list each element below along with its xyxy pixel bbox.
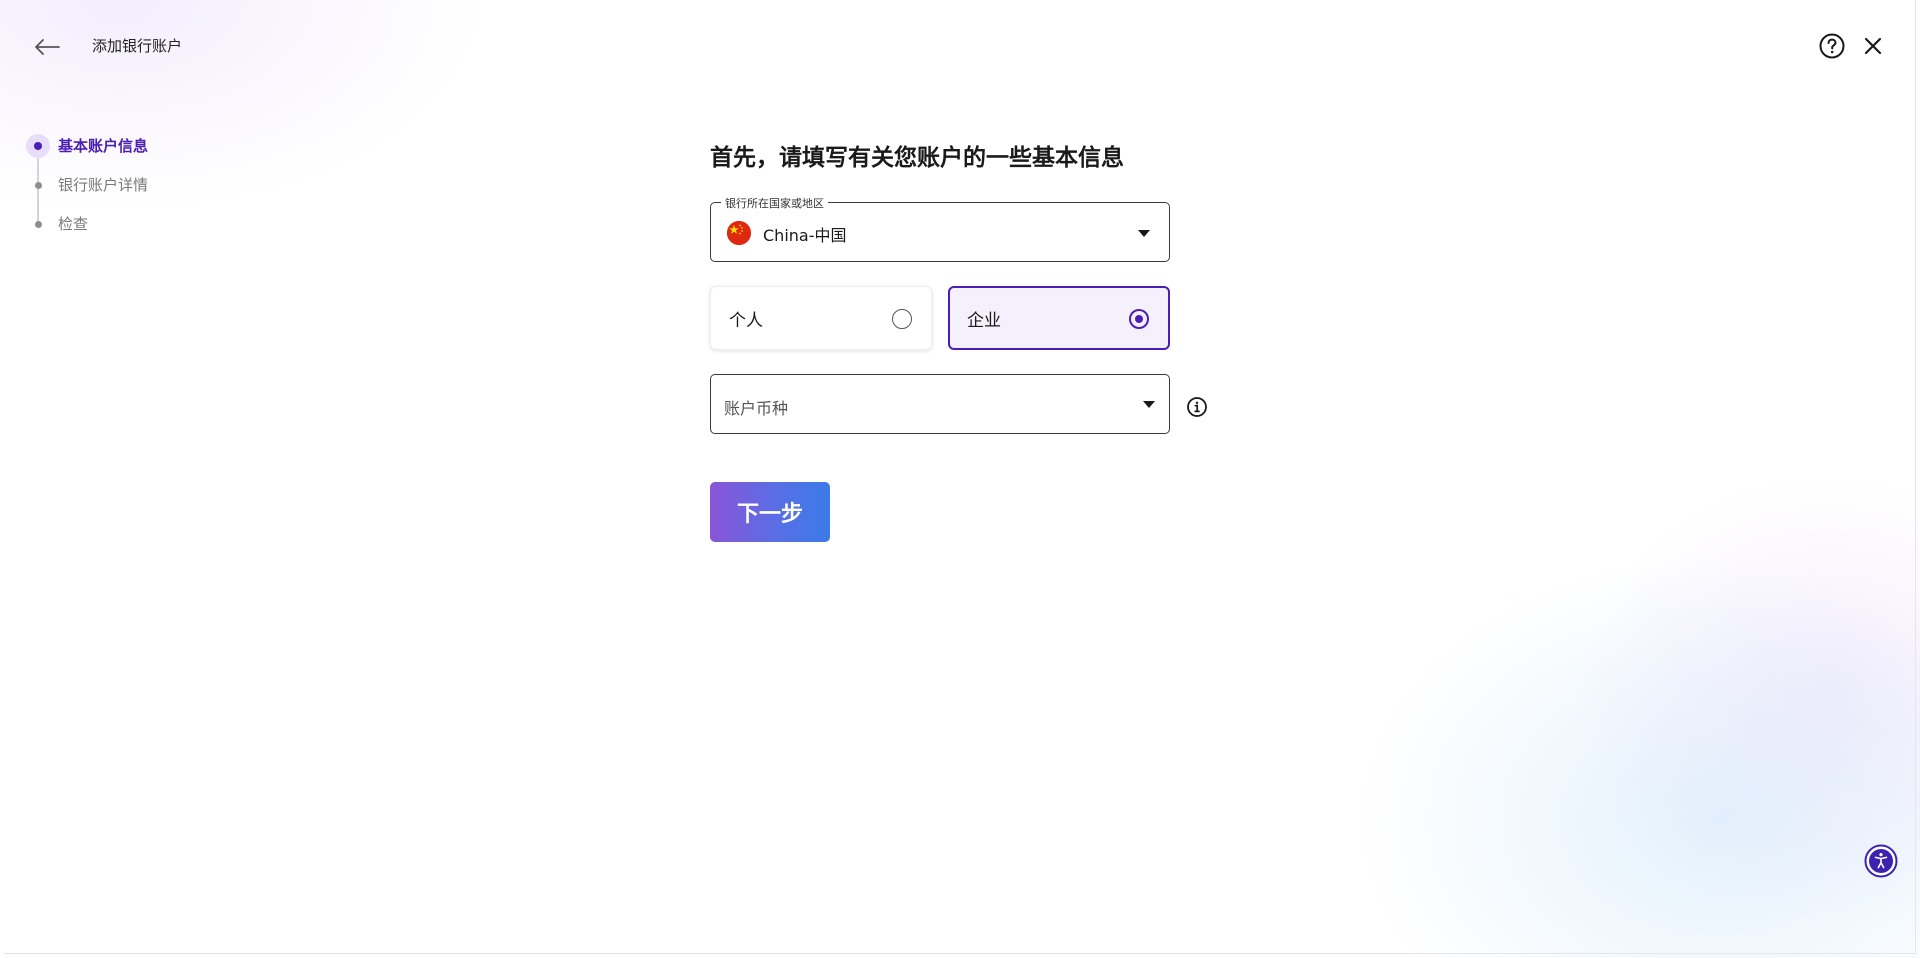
page-title: 添加银行账户 — [92, 37, 183, 55]
chevron-down-icon — [1143, 401, 1155, 408]
step-label: 银行账户详情 — [58, 176, 149, 194]
step-dot — [34, 142, 42, 150]
close-icon — [1864, 37, 1882, 55]
radio-label: 个人 — [729, 311, 763, 331]
radio-label: 企业 — [967, 311, 1001, 331]
accessibility-button[interactable] — [1864, 844, 1898, 878]
account-type-personal-option[interactable]: 个人 — [710, 286, 932, 350]
help-button[interactable] — [1818, 32, 1846, 60]
next-button[interactable]: 下一步 — [710, 482, 830, 542]
country-select-label: 银行所在国家或地区 — [721, 195, 828, 211]
step-label: 基本账户信息 — [58, 137, 149, 155]
radio-button[interactable] — [892, 309, 912, 329]
accessibility-icon — [1864, 844, 1898, 878]
back-button[interactable] — [30, 30, 64, 64]
step-dot — [34, 220, 42, 228]
step-indicator — [26, 212, 50, 236]
chevron-down-icon — [1138, 230, 1150, 237]
question-circle-icon — [1819, 33, 1845, 59]
info-button[interactable] — [1186, 396, 1208, 418]
form-heading: 首先，请填写有关您账户的一些基本信息 — [710, 145, 1124, 171]
step-indicator — [26, 134, 50, 158]
country-select-value: China-中国 — [763, 226, 847, 245]
step-basic-info: 基本账户信息 — [26, 134, 149, 175]
arrow-left-icon — [35, 39, 60, 55]
step-dot — [34, 181, 42, 189]
step-label: 检查 — [58, 215, 89, 233]
country-select[interactable]: 银行所在国家或地区 China-中国 — [710, 195, 1170, 262]
china-flag-icon — [727, 221, 751, 245]
radio-button[interactable] — [1129, 309, 1149, 329]
info-circle-icon — [1187, 397, 1207, 417]
account-type-business-option[interactable]: 企业 — [948, 286, 1170, 350]
step-review: 检查 — [26, 214, 148, 253]
currency-select[interactable]: 账户币种 — [710, 374, 1170, 434]
step-indicator — [26, 173, 50, 197]
progress-stepper: 基本账户信息 银行账户详情 检查 — [26, 134, 149, 253]
step-bank-details: 银行账户详情 — [26, 175, 148, 214]
currency-select-placeholder: 账户币种 — [724, 399, 789, 418]
close-button[interactable] — [1860, 33, 1886, 59]
